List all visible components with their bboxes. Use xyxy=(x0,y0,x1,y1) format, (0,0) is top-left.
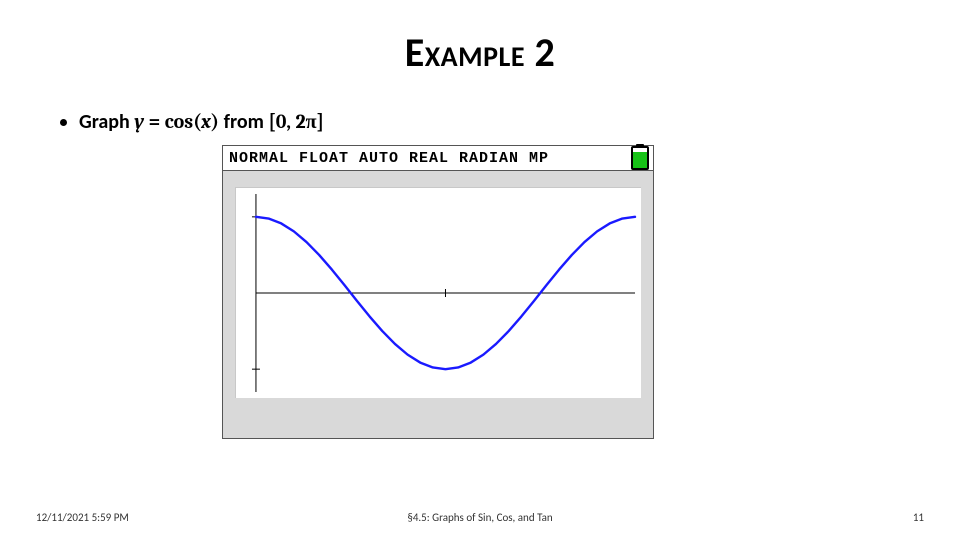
calculator-status-bar: NORMAL FLOAT AUTO REAL RADIAN MP xyxy=(223,146,653,171)
prompt-y: y xyxy=(134,110,144,133)
prompt-eq: = xyxy=(144,110,165,133)
slide: Example 2 Graph y = cos(x) from [0, 2π] … xyxy=(0,0,960,540)
footer: 12/11/2021 5:59 PM §4.5: Graphs of Sin, … xyxy=(0,511,960,524)
bullet-icon xyxy=(60,119,67,126)
interval-close: ] xyxy=(317,110,324,133)
prompt-fn: cos( xyxy=(165,110,202,133)
cosine-plot xyxy=(236,188,641,398)
prompt-x: x xyxy=(201,110,211,133)
slide-title: Example 2 xyxy=(0,28,960,77)
footer-date: 12/11/2021 5:59 PM xyxy=(36,511,129,524)
footer-page: 11 xyxy=(913,511,924,524)
interval-open: [ xyxy=(268,110,275,133)
calculator-frame: NORMAL FLOAT AUTO REAL RADIAN MP xyxy=(222,145,654,439)
prompt-row: Graph y = cos(x) from [0, 2π] xyxy=(60,110,324,134)
prompt-text: Graph y = cos(x) from [0, 2π] xyxy=(79,110,324,134)
footer-section: §4.5: Graphs of Sin, Cos, and Tan xyxy=(0,511,960,524)
interval-a: 0 xyxy=(276,110,287,133)
prompt-fn-close: ) xyxy=(211,110,219,133)
calculator-screen xyxy=(235,187,641,398)
prompt-from: from xyxy=(224,110,269,134)
battery-icon xyxy=(631,146,649,170)
title-text: Example 2 xyxy=(405,28,556,77)
prompt-lead: Graph xyxy=(79,110,134,134)
calculator-status-text: NORMAL FLOAT AUTO REAL RADIAN MP xyxy=(229,150,549,167)
interval-b: 2π xyxy=(295,110,316,133)
